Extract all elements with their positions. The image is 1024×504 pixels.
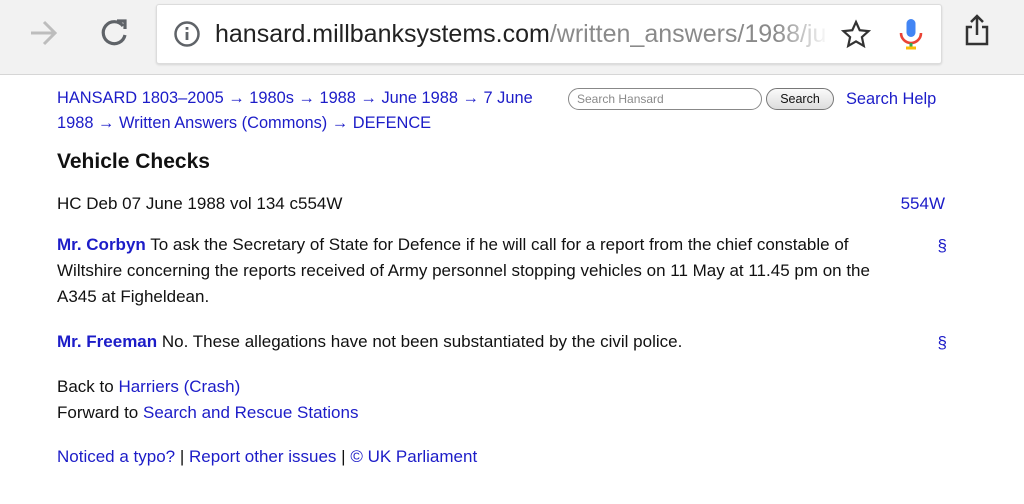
section-link[interactable]: § bbox=[938, 236, 947, 256]
section-link[interactable]: § bbox=[938, 333, 947, 353]
breadcrumb-separator: → bbox=[462, 89, 479, 107]
breadcrumb-defence[interactable]: DEFENCE bbox=[353, 114, 431, 132]
microphone-icon[interactable] bbox=[897, 17, 925, 57]
breadcrumb-separator: → bbox=[298, 89, 315, 107]
breadcrumb-1980s[interactable]: 1980s bbox=[249, 89, 294, 107]
reload-icon[interactable] bbox=[98, 16, 132, 54]
url-text[interactable]: hansard.millbanksystems.com/written_answ… bbox=[215, 17, 827, 51]
share-icon[interactable] bbox=[962, 14, 992, 52]
forward-link[interactable]: Search and Rescue Stations bbox=[143, 403, 358, 422]
search-button[interactable]: Search bbox=[766, 88, 834, 110]
back-arrow-icon[interactable] bbox=[26, 16, 60, 54]
breadcrumb-hansard[interactable]: HANSARD 1803–2005 bbox=[57, 89, 224, 107]
debate-reference: HC Deb 07 June 1988 vol 134 c554W bbox=[57, 194, 343, 213]
forward-navigation: Forward to Search and Rescue Stations bbox=[57, 400, 358, 426]
forward-prefix: Forward to bbox=[57, 403, 139, 422]
back-link[interactable]: Harriers (Crash) bbox=[118, 377, 240, 396]
contribution-freeman: Mr. Freeman No. These allegations have n… bbox=[57, 329, 907, 355]
star-icon[interactable] bbox=[840, 19, 872, 53]
info-icon[interactable] bbox=[173, 20, 201, 52]
back-navigation: Back to Harriers (Crash) bbox=[57, 374, 240, 400]
address-bar[interactable]: hansard.millbanksystems.com/written_answ… bbox=[156, 4, 942, 64]
contribution-text: No. These allegations have not been subs… bbox=[161, 332, 683, 351]
url-fade bbox=[777, 15, 829, 53]
search-input[interactable] bbox=[568, 88, 762, 110]
breadcrumb-separator: → bbox=[228, 89, 245, 107]
typo-link[interactable]: Noticed a typo? bbox=[57, 447, 175, 466]
breadcrumb-separator: → bbox=[98, 114, 115, 132]
uk-parliament-link[interactable]: © UK Parliament bbox=[350, 447, 477, 466]
speaker-link-corbyn[interactable]: Mr. Corbyn bbox=[57, 235, 146, 254]
search-help-link[interactable]: Search Help bbox=[846, 87, 936, 111]
footer-separator: | bbox=[341, 447, 346, 466]
breadcrumb-separator: → bbox=[331, 114, 349, 132]
search-area: Search Search Help bbox=[568, 87, 948, 115]
contribution-corbyn: Mr. Corbyn To ask the Secretary of State… bbox=[57, 232, 907, 310]
browser-toolbar: hansard.millbanksystems.com/written_answ… bbox=[0, 0, 1024, 75]
back-prefix: Back to bbox=[57, 377, 114, 396]
breadcrumb-june-1988[interactable]: June 1988 bbox=[381, 89, 458, 107]
breadcrumb-1988[interactable]: 1988 bbox=[319, 89, 355, 107]
breadcrumb-written-answers[interactable]: Written Answers (Commons) bbox=[119, 114, 327, 132]
breadcrumb: HANSARD 1803–2005 → 1980s → 1988 → June … bbox=[57, 86, 552, 136]
column-reference-link[interactable]: 554W bbox=[901, 192, 945, 216]
report-issues-link[interactable]: Report other issues bbox=[189, 447, 336, 466]
speaker-link-freeman[interactable]: Mr. Freeman bbox=[57, 332, 157, 351]
footer-separator: | bbox=[179, 447, 185, 466]
footer: Noticed a typo? | Report other issues | … bbox=[57, 444, 477, 470]
url-host: hansard.millbanksystems.com bbox=[215, 20, 550, 48]
page-title: Vehicle Checks bbox=[57, 150, 210, 173]
breadcrumb-separator: → bbox=[360, 89, 377, 107]
contribution-text: To ask the Secretary of State for Defenc… bbox=[57, 235, 870, 306]
